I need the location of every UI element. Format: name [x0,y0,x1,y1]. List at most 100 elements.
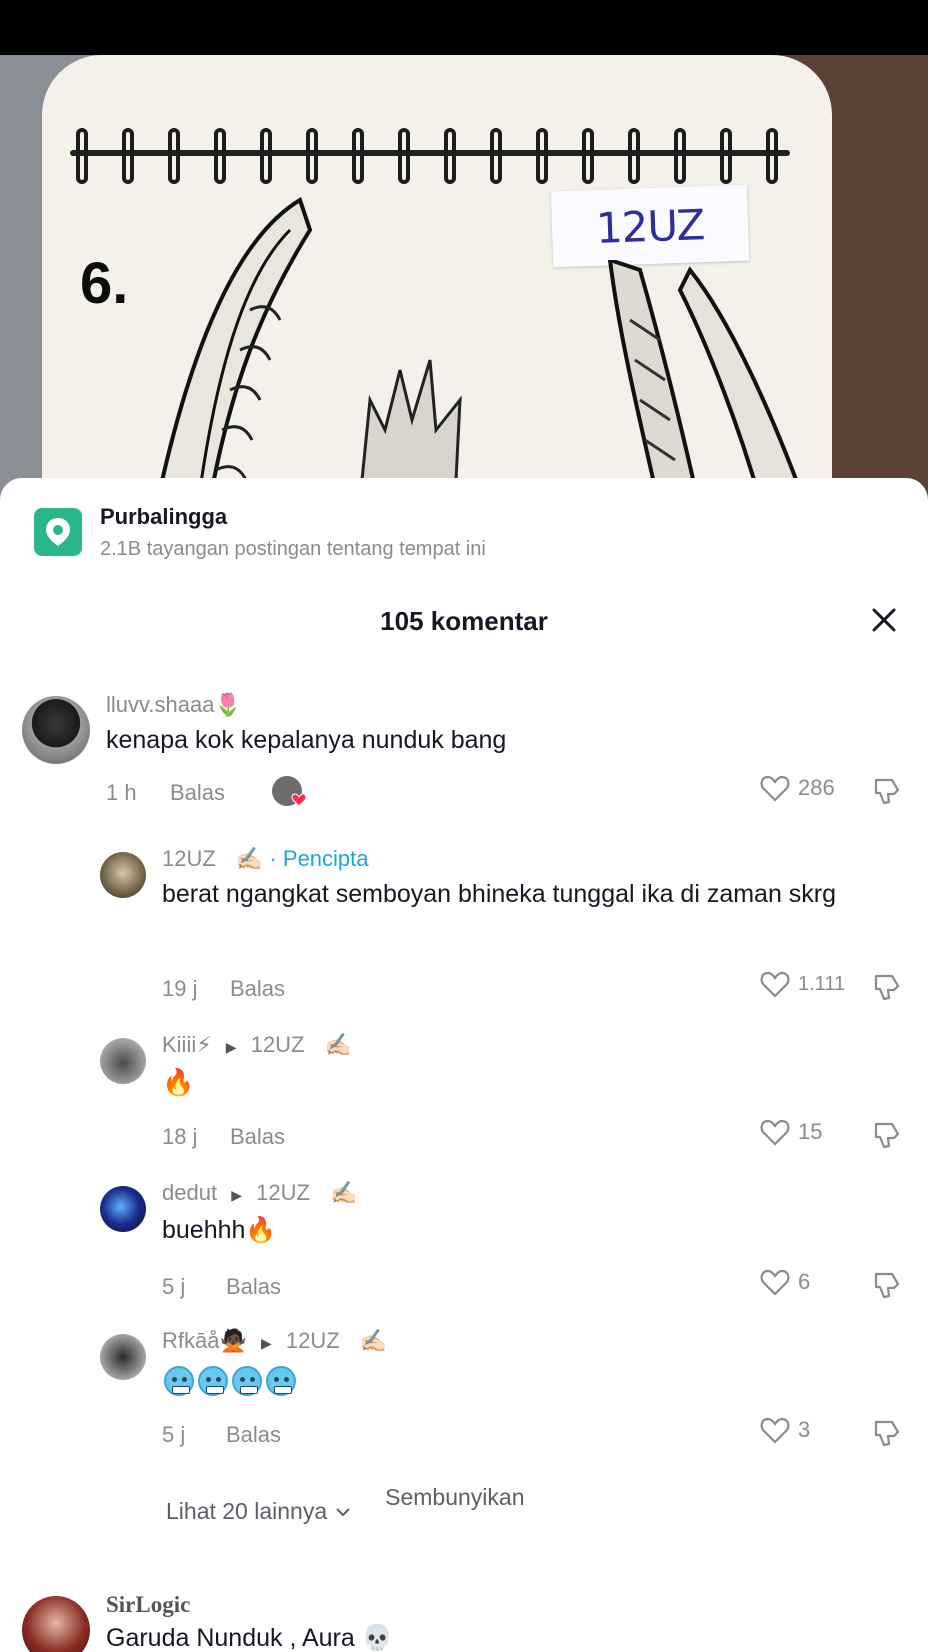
reply-arrow-icon: ▶ [225,1039,237,1055]
wing-drawing-left [157,197,313,500]
spiral-ring [720,128,732,184]
thumbs-down-icon [874,1272,900,1299]
writing-hand-icon: ✍🏻 [359,1328,388,1353]
sticker-text: 12UZ [595,199,705,253]
heart-icon [760,1119,790,1146]
reply-username[interactable]: dedut [162,1180,217,1205]
reply-emoji-text [164,1366,296,1396]
reply-text: berat ngangkat semboyan bhineka tunggal … [162,880,837,908]
cold-face-emoji [266,1366,296,1396]
spiral-ring [260,128,272,184]
like-button[interactable]: 6 [760,1268,810,1296]
thumbs-down-icon [874,1420,900,1447]
reply-username[interactable]: Kiiii⚡ [162,1032,212,1057]
location-banner[interactable]: Purbalingga 2.1B tayangan postingan tent… [34,502,486,562]
reply-to-username[interactable]: 12UZ [256,1180,310,1205]
cold-face-emoji [164,1366,194,1396]
spiral-ring [168,128,180,184]
reply-button[interactable]: Balas [230,976,285,1002]
thumbs-down-icon [874,974,900,1001]
reply-to-username[interactable]: 12UZ [286,1328,340,1353]
spiral-ring [536,128,548,184]
like-count: 3 [798,1417,811,1442]
avatar[interactable] [22,1596,90,1652]
spiral-ring [582,128,594,184]
reply-username-row: Kiiii⚡ ▶ 12UZ ✍🏻 [162,1032,352,1058]
comment-username[interactable]: SirLogic [106,1592,190,1618]
like-count: 15 [798,1119,823,1144]
reply-button[interactable]: Balas [170,780,225,806]
view-more-replies-button[interactable]: Lihat 20 lainnya [166,1498,351,1525]
reply-username[interactable]: 12UZ [162,846,216,871]
writing-hand-icon: ✍🏻 [235,846,264,871]
sticker-label: 12UZ [550,184,750,268]
spiral-ring [398,128,410,184]
reply-time: 18 j [162,1124,198,1149]
reply-text: 🔥 [162,1067,195,1097]
comments-count-title: 105 komentar [380,606,548,636]
sketch-number: 6. [80,251,129,316]
comment-username[interactable]: lluvv.shaaa🌷 [106,692,242,718]
like-button[interactable]: 15 [760,1118,822,1146]
comments-sheet: Purbalingga 2.1B tayangan postingan tent… [0,478,928,1652]
bird-head-drawing [358,359,462,500]
spiral-ring [444,128,456,184]
reply-username-row: Rfkāå🙅🏿 ▶ 12UZ ✍🏻 [162,1328,387,1354]
comment-time: 1 h [106,780,137,805]
dislike-button[interactable] [872,1270,902,1305]
spiral-ring [352,128,364,184]
reply-button[interactable]: Balas [230,1124,285,1150]
like-count: 1.111 [798,972,846,995]
like-count: 286 [798,775,835,800]
writing-hand-icon: ✍🏻 [330,1180,358,1205]
like-button[interactable]: 3 [760,1416,810,1444]
wing-drawing-right [607,260,803,500]
avatar[interactable] [22,696,90,764]
thumbs-down-icon [874,778,900,805]
like-button[interactable]: 1.111 [760,970,845,998]
heart-badge-icon [291,793,307,807]
heart-icon [760,971,790,998]
location-name: Purbalingga [100,503,228,529]
close-icon [872,608,896,632]
dislike-button[interactable] [872,776,902,811]
chevron-down-icon [336,1507,350,1516]
spiral-ring [122,128,134,184]
reply-username[interactable]: Rfkāå🙅🏿 [162,1328,247,1353]
reply-username-row: dedut ▶ 12UZ ✍🏻 [162,1180,357,1206]
location-pin-icon [34,508,82,556]
heart-icon [760,1269,790,1296]
view-more-label: Lihat 20 lainnya [166,1498,328,1524]
comment-text: Garuda Nunduk , Aura 💀 [106,1624,393,1652]
like-count: 6 [798,1269,811,1294]
thumbs-down-icon [874,1122,900,1149]
cold-face-emoji [198,1366,228,1396]
spiral-ring [306,128,318,184]
avatar[interactable] [100,1334,146,1380]
dislike-button[interactable] [872,972,902,1007]
reply-button[interactable]: Balas [226,1422,281,1448]
reply-text: buehhh🔥 [162,1216,277,1244]
replies-controls: Lihat 20 lainnya Sembunyikan [166,1482,524,1525]
spiral-ring [490,128,502,184]
reply-to-username[interactable]: 12UZ [251,1032,305,1057]
reply-button[interactable]: Balas [226,1274,281,1300]
close-button[interactable] [864,600,904,640]
spiral-ring [76,128,88,184]
dislike-button[interactable] [872,1120,902,1155]
avatar[interactable] [100,1038,146,1084]
reply-arrow-icon: ▶ [231,1187,242,1203]
spiral-ring [674,128,686,184]
hide-replies-button[interactable]: Sembunyikan [385,1482,524,1513]
comment-text: kenapa kok kepalanya nunduk bang [106,726,507,754]
video-player[interactable]: 6. 12UZ [0,0,928,500]
dislike-button[interactable] [872,1418,902,1453]
like-button[interactable]: 286 [760,774,835,802]
heart-icon [760,775,790,802]
reply-username-row: 12UZ ✍🏻 · Pencipta [162,846,369,872]
reply-time: 5 j [162,1274,186,1299]
writing-hand-icon: ✍🏻 [324,1032,353,1057]
avatar[interactable] [100,1186,146,1232]
location-subtitle: 2.1B tayangan postingan tentang tempat i… [100,537,486,560]
avatar[interactable] [100,852,146,898]
